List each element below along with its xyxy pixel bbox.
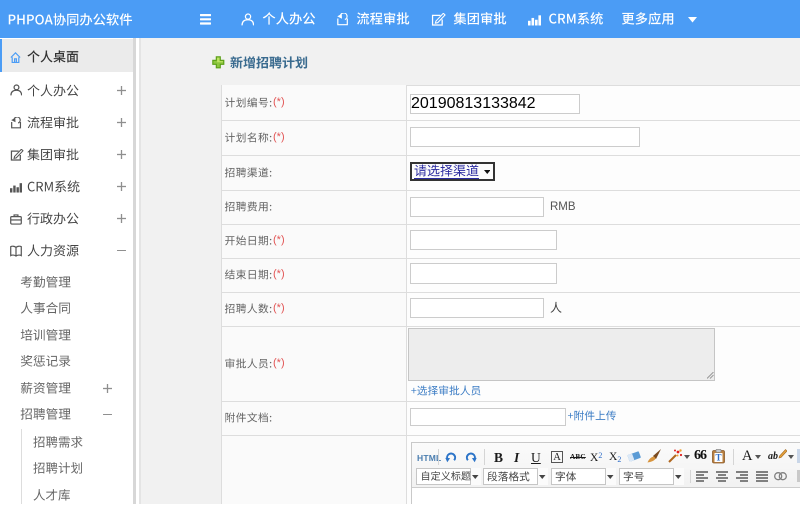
- svg-text:T: T: [715, 453, 721, 463]
